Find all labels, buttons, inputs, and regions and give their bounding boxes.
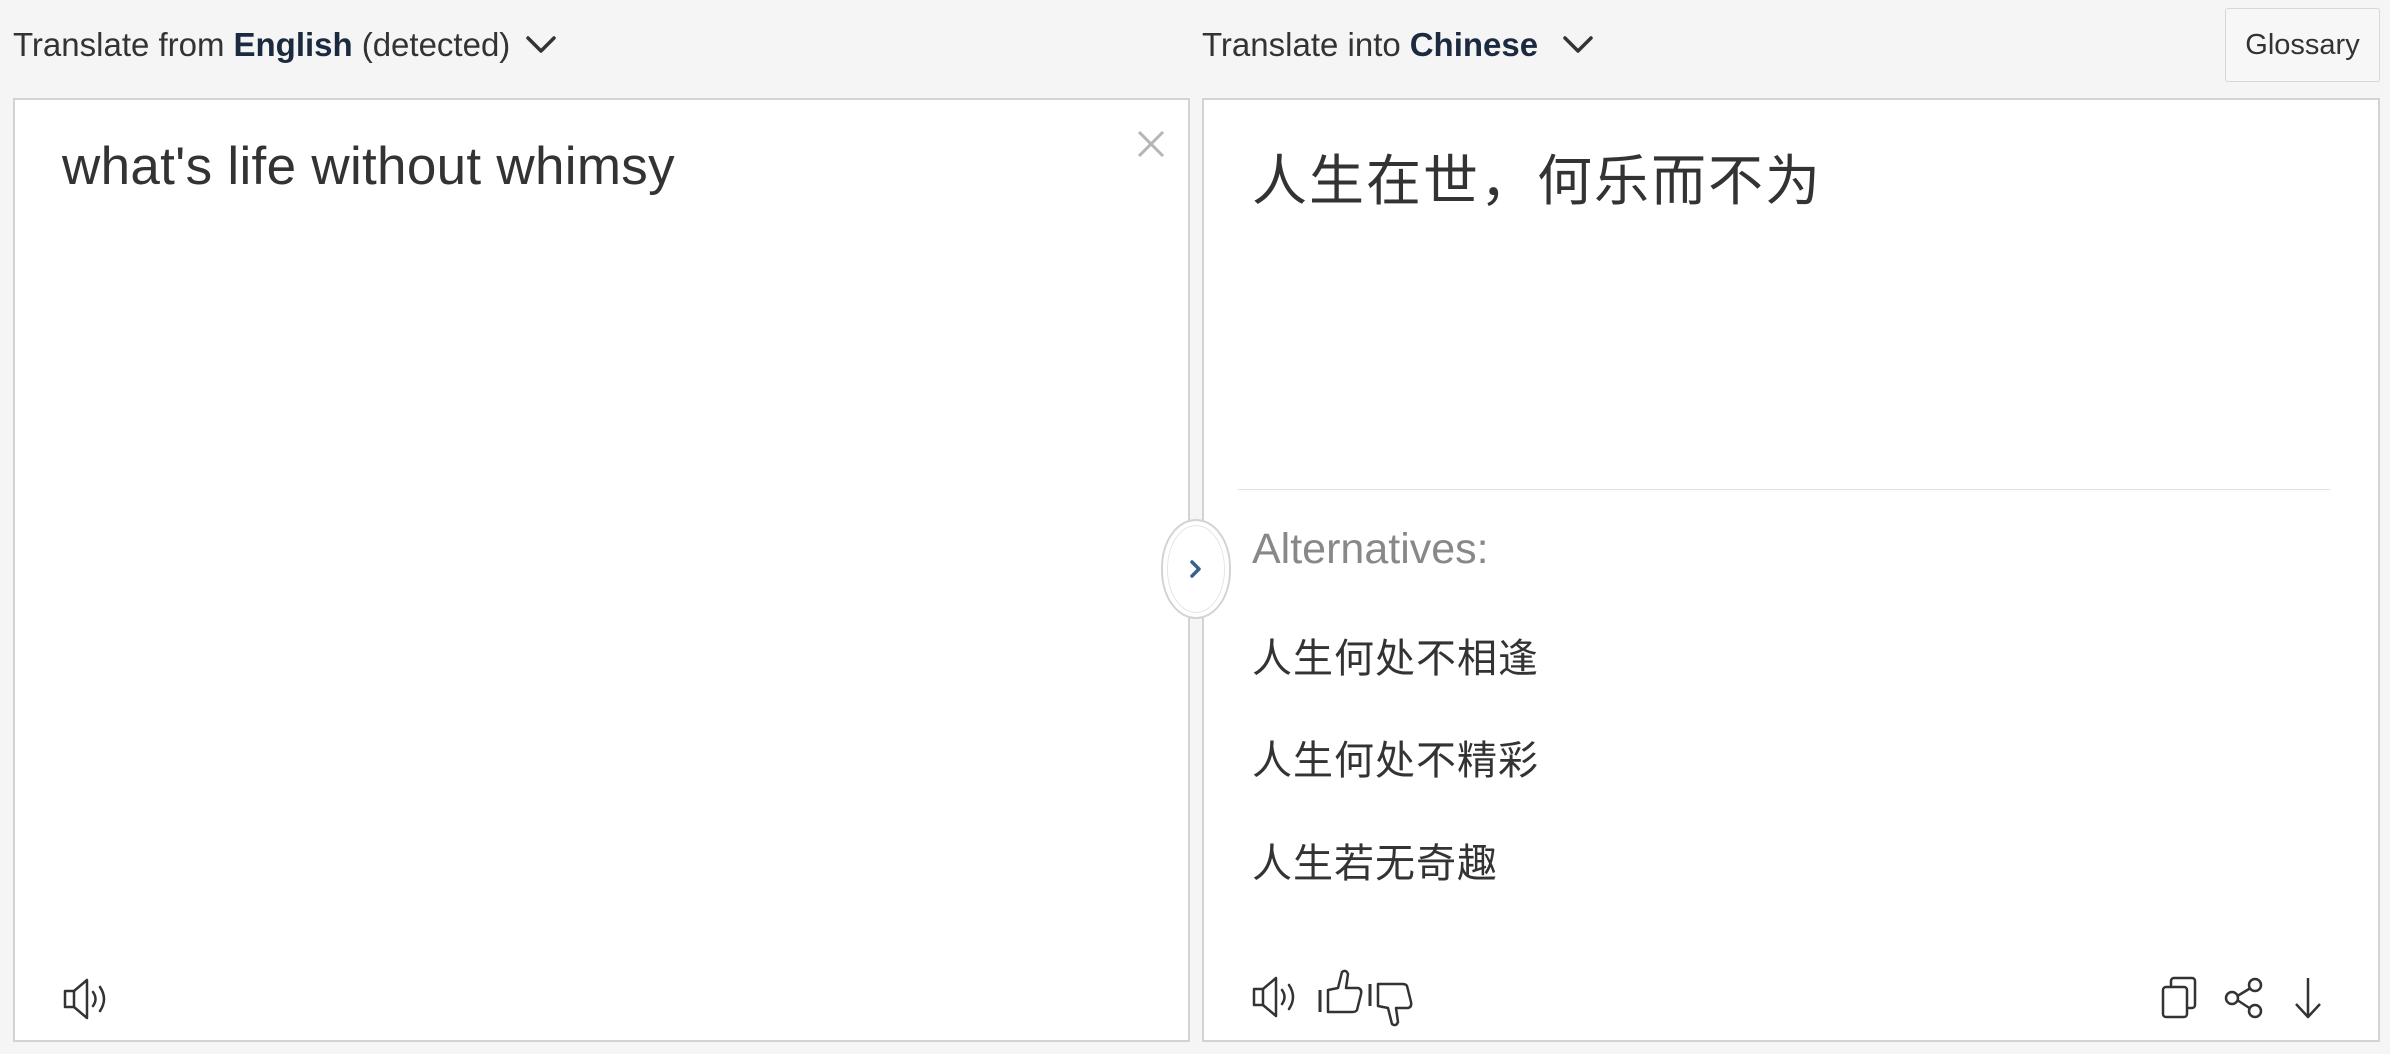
chevron-down-icon[interactable] — [522, 26, 560, 64]
share-icon[interactable] — [2222, 974, 2266, 1022]
target-language-selector[interactable]: Translate into Chinese — [1202, 26, 1597, 64]
source-language-selector[interactable]: Translate from English (detected) — [13, 26, 560, 64]
close-icon[interactable] — [1131, 124, 1171, 164]
target-language-name: Chinese — [1409, 26, 1539, 63]
arrow-down-icon[interactable] — [2286, 974, 2330, 1022]
speaker-icon[interactable] — [61, 976, 111, 1022]
alternatives-title: Alternatives: — [1252, 525, 1489, 573]
thumbs-up-icon[interactable] — [1316, 966, 1366, 1024]
top-bar: Translate from English (detected) Transl… — [0, 0, 2390, 100]
target-language-prefix: Translate into — [1202, 26, 1401, 63]
chevron-right-icon — [1167, 525, 1225, 613]
thumbs-down-icon[interactable] — [1366, 974, 1416, 1032]
source-language-prefix: Translate from — [13, 26, 225, 63]
speaker-icon[interactable] — [1250, 974, 1300, 1020]
copy-icon[interactable] — [2157, 974, 2201, 1022]
alternative-item[interactable]: 人生若无奇趣 — [1252, 831, 1498, 889]
chevron-down-icon[interactable] — [1559, 26, 1597, 64]
translation-text: 人生在世，何乐而不为 — [1252, 149, 1823, 213]
source-panel: what's life without whimsy — [13, 98, 1190, 1042]
glossary-button[interactable]: Glossary — [2225, 8, 2380, 82]
divider — [1238, 489, 2330, 490]
target-panel: 人生在世，何乐而不为 Alternatives: 人生何处不相逢 人生何处不精彩… — [1202, 98, 2380, 1042]
source-language-suffix: (detected) — [361, 26, 511, 63]
translate-arrow-button[interactable] — [1161, 519, 1231, 619]
source-language-name: English — [233, 26, 353, 63]
alternative-item[interactable]: 人生何处不精彩 — [1252, 728, 1539, 786]
alternative-item[interactable]: 人生何处不相逢 — [1252, 626, 1539, 684]
source-text-input[interactable]: what's life without whimsy — [62, 136, 675, 197]
